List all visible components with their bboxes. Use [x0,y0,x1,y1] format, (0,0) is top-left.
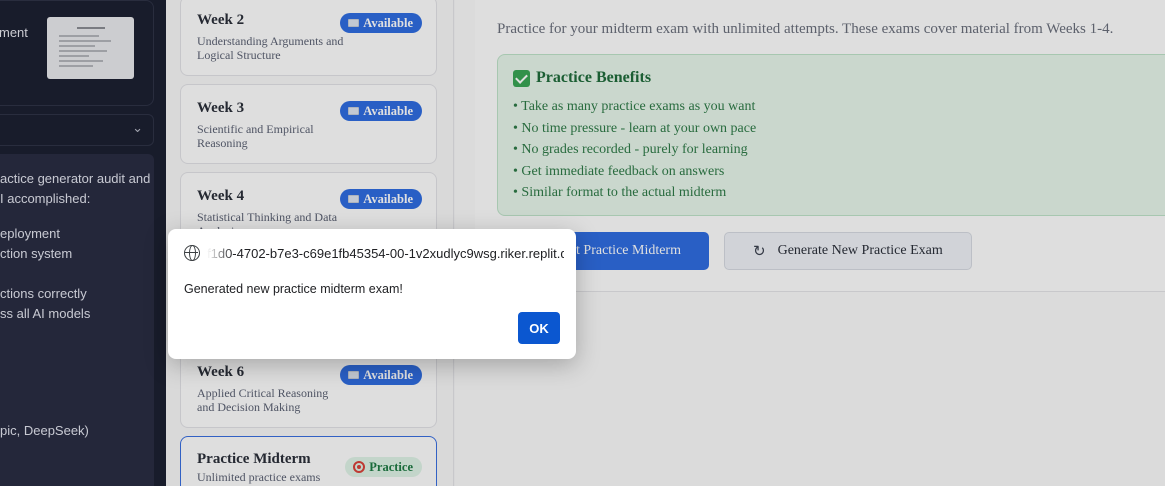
origin-url: f1d0-4702-b7e3-c69e1fb45354-00-1v2xudlyc… [207,245,564,261]
dialog-origin: f1d0-4702-b7e3-c69e1fb45354-00-1v2xudlyc… [184,245,564,261]
ok-button[interactable]: OK [518,312,560,344]
alert-dialog: f1d0-4702-b7e3-c69e1fb45354-00-1v2xudlyc… [168,229,576,359]
globe-icon [184,245,200,261]
dialog-message: Generated new practice midterm exam! [184,282,403,296]
